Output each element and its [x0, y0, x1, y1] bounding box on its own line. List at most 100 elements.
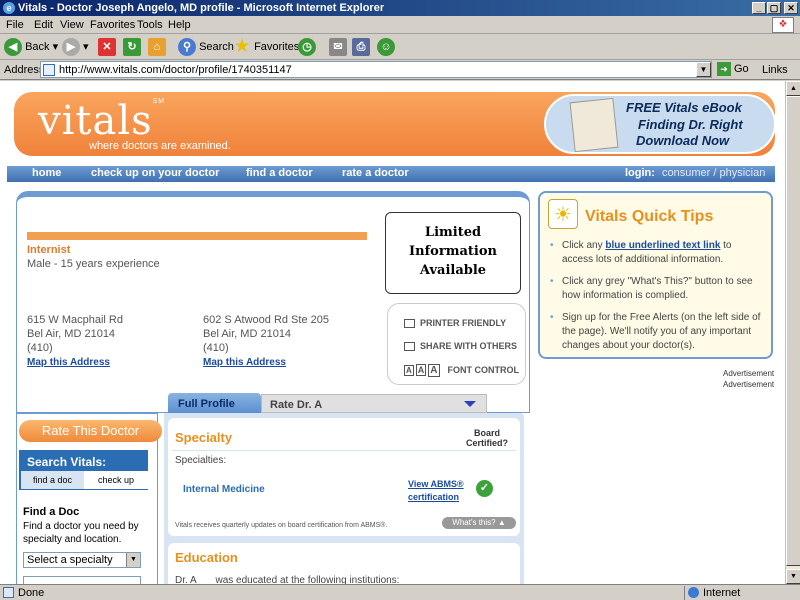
view-abms-link[interactable]: View ABMS® certification — [408, 478, 474, 504]
advertisement-label: Advertisement — [723, 369, 775, 378]
tab-rate-doctor[interactable]: Rate Dr. A — [261, 394, 487, 413]
page-status-icon — [3, 587, 14, 598]
dropdown-triangle-icon — [464, 401, 476, 407]
specialties-label: Specialties: — [175, 455, 227, 466]
doctor-meta: Male - 15 years experience — [27, 258, 160, 270]
go-button[interactable]: ➜ Go — [717, 62, 749, 76]
login-links[interactable]: consumer / physician — [662, 167, 765, 179]
font-large-button[interactable]: A — [428, 364, 440, 377]
scroll-down-button[interactable]: ▼ — [786, 569, 800, 584]
ebook-line-2: Finding Dr. Right — [638, 117, 743, 132]
doctor-specialty: Internist — [27, 244, 71, 256]
nav-check-up[interactable]: check up on your doctor — [91, 167, 219, 179]
go-arrow-icon: ➜ — [717, 62, 731, 76]
star-icon: ★ — [234, 38, 250, 56]
printer-friendly-link[interactable]: PRINTER FRIENDLY — [404, 318, 506, 329]
quick-tips-title: Vitals Quick Tips — [585, 208, 714, 225]
left-sidebar: Rate This Doctor Search Vitals: find a d… — [16, 413, 162, 584]
url-input[interactable]: http://www.vitals.com/doctor/profile/174… — [40, 61, 712, 78]
profile-tools: PRINTER FRIENDLY SHARE WITH OTHERS A A A FO… — [387, 303, 526, 385]
history-button[interactable]: ◷ — [298, 37, 316, 57]
board-certified-header: Board Certified? — [465, 428, 508, 448]
rate-this-doctor-button[interactable]: Rate This Doctor — [19, 420, 162, 442]
menu-bar: File Edit View Favorites Tools Help ❖ — [0, 16, 800, 34]
envelope-icon — [404, 342, 415, 352]
menu-file[interactable]: File — [6, 19, 24, 31]
maximize-button[interactable]: ▢ — [767, 2, 781, 14]
find-a-doc-description: Find a doctor you need by specialty and … — [23, 521, 139, 545]
doctor-profile-box: Internist Male - 15 years experience Lim… — [16, 191, 530, 413]
nav-find-doctor[interactable]: find a doctor — [246, 167, 313, 179]
refresh-button[interactable]: ↻ — [123, 37, 141, 57]
browser-toolbar: ◀ Back ▾ ▶ ▾ ✕ ↻ ⌂ ⚲ Search ★ Favorites … — [0, 34, 800, 60]
status-bar: Done Internet — [0, 584, 800, 600]
forward-arrow-icon: ▶ — [62, 38, 80, 57]
mail-button[interactable]: ✉ — [329, 37, 347, 57]
vitals-logo[interactable]: vitalsSM — [38, 98, 165, 144]
divider — [172, 450, 516, 451]
tab-find-a-doc[interactable]: find a doc — [21, 471, 84, 489]
font-medium-button[interactable]: A — [415, 364, 427, 376]
site-tagline: where doctors are examined. — [89, 140, 231, 152]
back-arrow-icon: ◀ — [4, 38, 22, 57]
share-link[interactable]: SHARE WITH OTHERS — [404, 341, 517, 352]
minimize-button[interactable]: _ — [752, 2, 766, 14]
favorites-button[interactable]: ★ Favorites — [233, 37, 299, 57]
url-dropdown-button[interactable]: ▼ — [696, 62, 711, 77]
menu-favorites[interactable]: Favorites — [90, 19, 135, 31]
scroll-thumb[interactable] — [786, 96, 800, 566]
whats-this-button[interactable]: What's this? ▲ — [442, 517, 516, 529]
print-button[interactable]: ⎙ — [352, 37, 370, 57]
close-button[interactable]: ✕ — [784, 2, 798, 14]
ebook-cover-image — [569, 97, 619, 153]
tip-item: Click any grey "What's This?" button to … — [550, 275, 765, 303]
home-button[interactable]: ⌂ — [148, 37, 166, 57]
tab-full-profile[interactable]: Full Profile — [168, 393, 261, 413]
tab-check-up[interactable]: check up — [84, 471, 148, 489]
name-underline-bar — [27, 232, 367, 240]
education-title: Education — [175, 550, 238, 565]
address-label: Address — [4, 64, 45, 76]
font-small-button[interactable]: A — [404, 365, 414, 376]
ie-icon: e — [3, 2, 15, 14]
menu-view[interactable]: View — [60, 19, 84, 31]
forward-button[interactable]: ▶ ▾ — [62, 37, 89, 57]
location-input[interactable] — [23, 576, 141, 584]
quick-tips-list: Click any blue underlined text link to a… — [550, 239, 765, 361]
limited-info-notice: Limited Information Available — [385, 212, 521, 294]
education-text: Dr. A was educated at the following inst… — [175, 575, 400, 584]
address-1: 615 W Macphail Rd Bel Air, MD 21014 (410… — [27, 314, 123, 368]
specialty-select[interactable]: Select a specialty ▼ — [23, 552, 141, 568]
page-icon — [43, 64, 55, 76]
stop-button[interactable]: ✕ — [98, 37, 116, 57]
font-control: A A A FONT CONTROL — [404, 364, 520, 377]
home-icon: ⌂ — [148, 38, 166, 57]
menu-edit[interactable]: Edit — [34, 19, 53, 31]
search-button[interactable]: ⚲ Search — [178, 37, 234, 57]
menu-tools[interactable]: Tools — [137, 19, 163, 31]
vertical-scrollbar[interactable]: ▲ ▼ — [785, 81, 800, 584]
links-button[interactable]: Links — [762, 64, 788, 76]
ebook-banner[interactable]: FREE Vitals eBook Finding Dr. Right Down… — [544, 94, 776, 154]
checkmark-icon: ✓ — [476, 480, 493, 497]
chevron-down-icon: ▼ — [126, 553, 140, 567]
mail-icon: ✉ — [329, 38, 347, 57]
menu-help[interactable]: Help — [168, 19, 191, 31]
address-bar: Address http://www.vitals.com/doctor/pro… — [0, 60, 800, 80]
map-address-2-link[interactable]: Map this Address — [203, 357, 286, 368]
back-button[interactable]: ◀ Back ▾ — [4, 37, 58, 57]
security-zone: Internet — [684, 586, 800, 600]
specialty-section: Specialty Board Certified? Specialties: … — [168, 418, 520, 536]
stop-icon: ✕ — [98, 38, 116, 57]
profile-main-panel: Specialty Board Certified? Specialties: … — [164, 413, 524, 584]
find-a-doc-title: Find a Doc — [23, 506, 80, 518]
map-address-1-link[interactable]: Map this Address — [27, 357, 110, 368]
nav-rate-doctor[interactable]: rate a doctor — [342, 167, 409, 179]
main-nav: home check up on your doctor find a doct… — [7, 166, 775, 182]
scroll-up-button[interactable]: ▲ — [786, 81, 800, 96]
specialty-value: Internal Medicine — [183, 484, 265, 495]
blue-link-example[interactable]: blue underlined text link — [605, 240, 720, 251]
lightbulb-icon: ☀ — [548, 199, 578, 229]
nav-home[interactable]: home — [32, 167, 61, 179]
messenger-button[interactable]: ☺ — [377, 37, 395, 57]
